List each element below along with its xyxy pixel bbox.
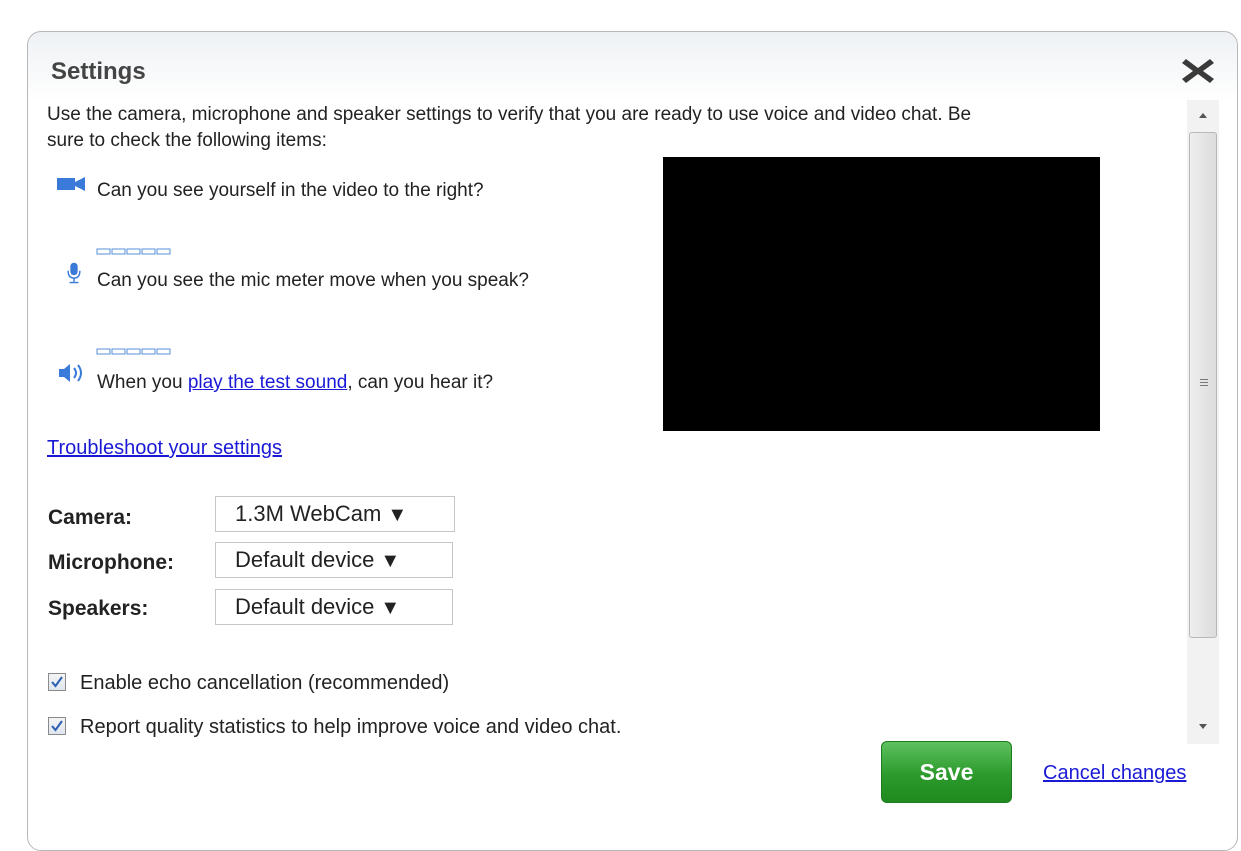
intro-line-1: Use the camera, microphone and speaker s… [47, 104, 972, 125]
troubleshoot-link[interactable]: Troubleshoot your settings [47, 437, 282, 460]
grip-icon [1200, 379, 1208, 388]
vertical-scrollbar[interactable] [1187, 100, 1219, 744]
checkmark-icon [51, 720, 63, 732]
camera-select[interactable]: 1.3M WebCam ▼ [215, 496, 455, 532]
scroll-down-button[interactable] [1187, 712, 1219, 742]
chevron-down-icon: ▼ [380, 550, 401, 572]
chevron-up-icon [1199, 113, 1207, 118]
camera-label: Camera: [48, 506, 133, 529]
speaker-meter [96, 348, 171, 355]
quality-stats-checkbox[interactable] [48, 717, 66, 735]
echo-cancellation-label: Enable echo cancellation (recommended) [80, 672, 450, 694]
speaker-check-text: When you play the test sound, can you he… [97, 372, 493, 394]
intro-text: Use the camera, microphone and speaker s… [47, 102, 1183, 154]
quality-stats-label: Report quality statistics to help improv… [80, 716, 622, 738]
camera-check-text: Can you see yourself in the video to the… [97, 180, 484, 201]
checkmark-icon [51, 676, 63, 688]
mic-check-text: Can you see the mic meter move when you … [97, 270, 529, 291]
dialog-title: Settings [51, 58, 146, 85]
speaker-check-prefix: When you [97, 372, 188, 393]
microphone-icon [67, 262, 81, 284]
play-test-sound-link[interactable]: play the test sound [188, 372, 348, 393]
scroll-thumb[interactable] [1189, 132, 1217, 638]
save-button[interactable]: Save [881, 741, 1012, 803]
speaker-icon [59, 364, 82, 382]
intro-line-2: sure to check the following items: [47, 130, 327, 151]
video-preview [663, 157, 1100, 431]
speaker-check-suffix: , can you hear it? [347, 372, 494, 393]
chevron-down-icon: ▼ [387, 504, 408, 526]
mic-meter [96, 248, 171, 255]
chevron-down-icon: ▼ [380, 597, 401, 619]
microphone-select[interactable]: Default device ▼ [215, 542, 453, 578]
microphone-label: Microphone: [48, 551, 174, 574]
speakers-select-value: Default device [235, 594, 375, 619]
cancel-changes-link[interactable]: Cancel changes [1043, 762, 1186, 785]
echo-cancellation-row: Enable echo cancellation (recommended) [48, 672, 449, 695]
scroll-up-button[interactable] [1187, 100, 1219, 130]
microphone-select-value: Default device [235, 547, 375, 572]
camera-select-value: 1.3M WebCam [235, 501, 382, 526]
echo-cancellation-checkbox[interactable] [48, 673, 66, 691]
chevron-down-icon [1199, 724, 1207, 729]
speakers-select[interactable]: Default device ▼ [215, 589, 453, 625]
video-camera-icon [57, 177, 85, 191]
speakers-label: Speakers: [48, 597, 149, 620]
quality-stats-row: Report quality statistics to help improv… [48, 716, 621, 739]
close-icon[interactable] [1180, 56, 1216, 86]
